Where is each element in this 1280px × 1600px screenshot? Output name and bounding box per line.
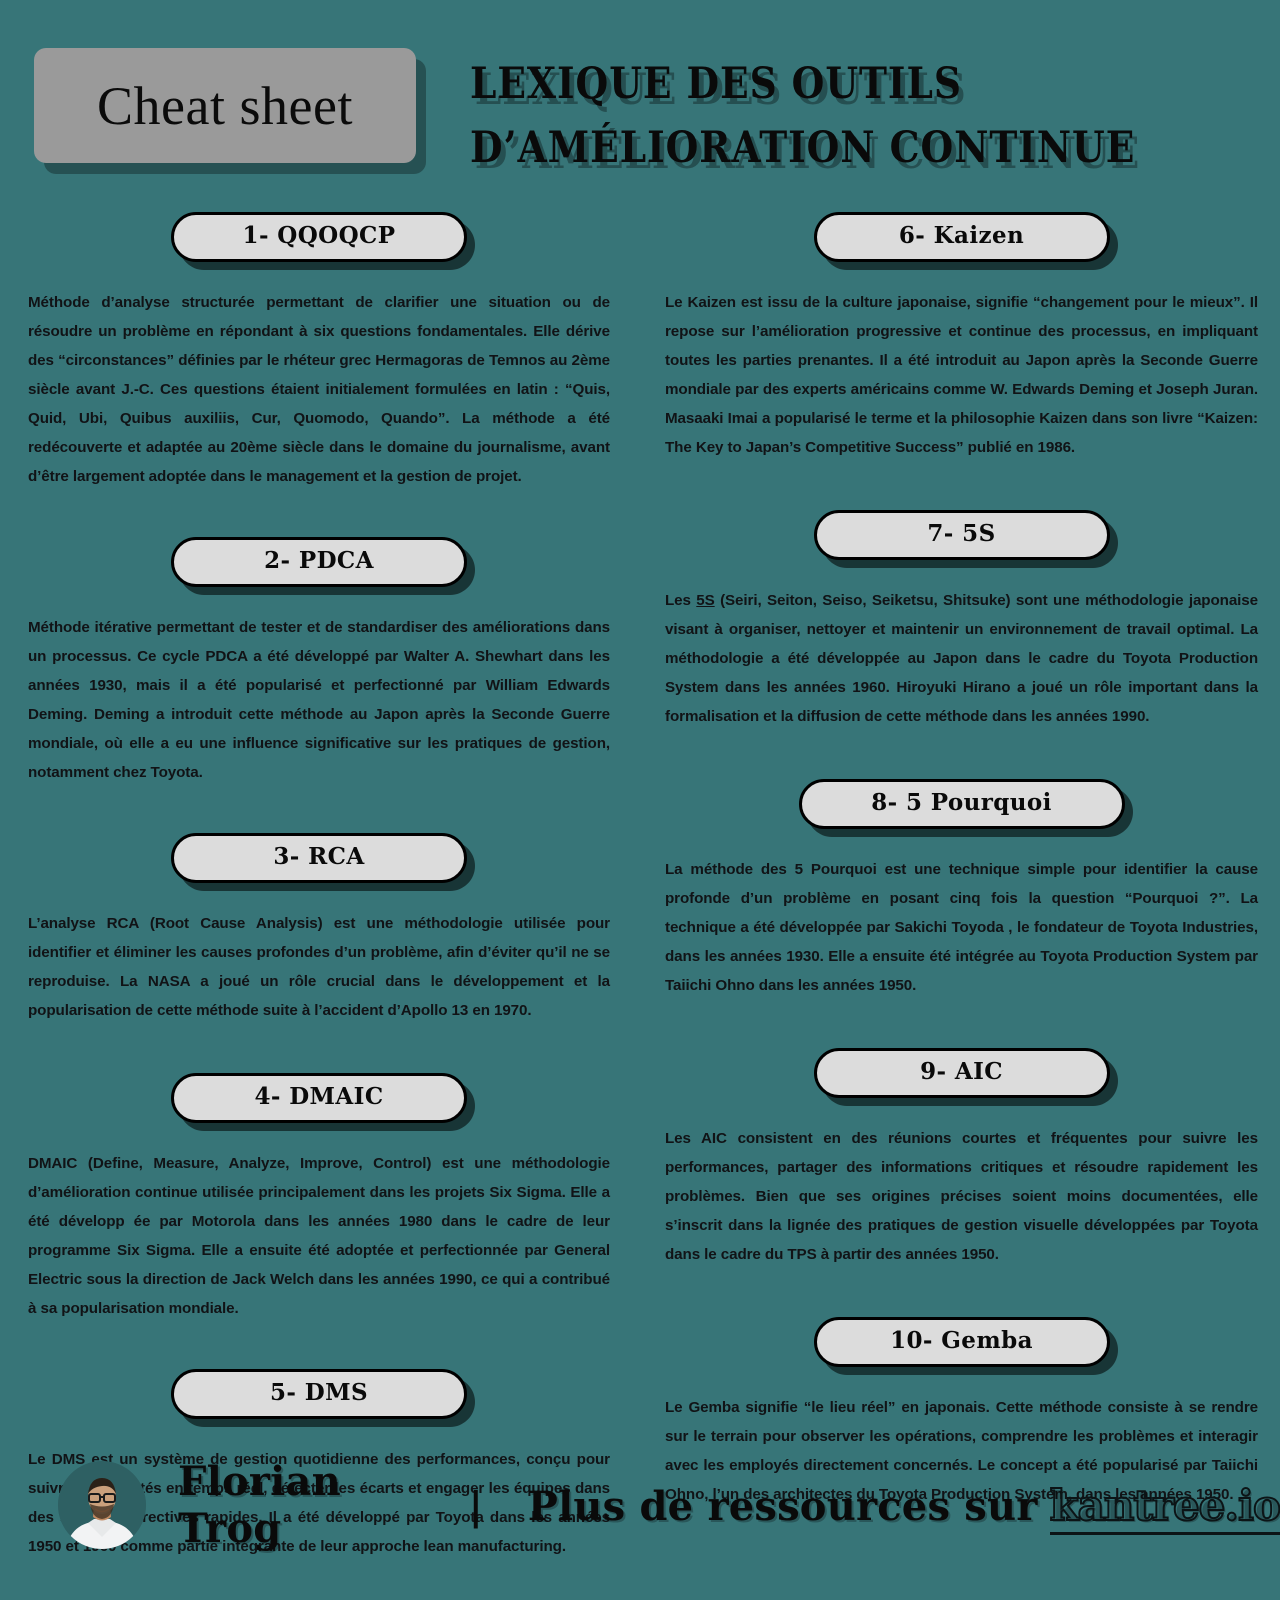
pill-label-qqoqcp: 1- QQOQCP xyxy=(242,222,396,249)
left-column: 1- QQOQCP Méthode d’analyse structurée p… xyxy=(0,212,640,1561)
section-aic: 9- AIC Les AIC consistent en des réunion… xyxy=(665,1048,1258,1269)
section-text-5s-underlined: 5S xyxy=(696,592,715,609)
section-header-gemba: 10- Gemba xyxy=(665,1317,1258,1367)
section-header-aic: 9- AIC xyxy=(665,1048,1258,1098)
section-text-rca: L’analyse RCA (Root Cause Analysis) est … xyxy=(28,915,610,1019)
section-header-5-pourquoi: 8- 5 Pourquoi xyxy=(665,779,1258,829)
pill-label-rca: 3- RCA xyxy=(273,843,365,870)
section-5-pourquoi: 8- 5 Pourquoi La méthode des 5 Pourquoi … xyxy=(665,779,1258,1000)
footer-promo-text: Plus de ressources sur xyxy=(527,1482,1038,1530)
author-name: Florian Trog xyxy=(178,1458,341,1552)
pill-label-kaizen: 6- Kaizen xyxy=(898,222,1025,249)
section-pdca: 2- PDCA Méthode itérative permettant de … xyxy=(28,537,610,787)
section-text-pdca: Méthode itérative permettant de tester e… xyxy=(28,619,610,781)
pill-gemba[interactable]: 10- Gemba xyxy=(813,1317,1110,1367)
page-title: Lexique des outils d’amélioration contin… xyxy=(470,52,1260,180)
section-header-pdca: 2- PDCA xyxy=(28,537,610,587)
pill-aic[interactable]: 9- AIC xyxy=(813,1048,1110,1098)
section-text-kaizen: Le Kaizen est issu de la culture japonai… xyxy=(665,294,1258,456)
section-header-kaizen: 6- Kaizen xyxy=(665,212,1258,262)
pill-dmaic[interactable]: 4- DMAIC xyxy=(171,1073,467,1123)
page-title-line-1: Lexique des outils xyxy=(470,59,962,109)
section-qqoqcp: 1- QQOQCP Méthode d’analyse structurée p… xyxy=(28,212,610,491)
pill-label-5-pourquoi: 8- 5 Pourquoi xyxy=(871,789,1052,816)
section-rca: 3- RCA L’analyse RCA (Root Cause Analysi… xyxy=(28,833,610,1025)
footer-separator: | xyxy=(468,1482,483,1528)
pill-5s[interactable]: 7- 5S xyxy=(813,510,1110,560)
section-header-dmaic: 4- DMAIC xyxy=(28,1073,610,1123)
pill-qqoqcp[interactable]: 1- QQOQCP xyxy=(171,212,467,262)
section-text-aic: Les AIC consistent en des réunions court… xyxy=(665,1130,1258,1263)
section-text-5s-pre: Les xyxy=(665,592,697,609)
section-kaizen: 6- Kaizen Le Kaizen est issu de la cultu… xyxy=(665,212,1258,462)
brand-link[interactable]: kantree.io xyxy=(1049,1480,1280,1535)
pill-label-dmaic: 4- DMAIC xyxy=(254,1083,384,1110)
section-header-5s: 7- 5S xyxy=(665,510,1258,560)
section-header-rca: 3- RCA xyxy=(28,833,610,883)
page-header: Cheat sheet Lexique des outils d’amélior… xyxy=(0,0,1280,200)
pill-rca[interactable]: 3- RCA xyxy=(171,833,467,883)
section-text-5-pourquoi: La méthode des 5 Pourquoi est une techni… xyxy=(665,861,1258,994)
cheat-sheet-badge-label: Cheat sheet xyxy=(97,75,353,136)
section-text-dmaic: DMAIC (Define, Measure, Analyze, Improve… xyxy=(28,1155,610,1317)
section-text-qqoqcp: Méthode d’analyse structurée permettant … xyxy=(28,294,610,485)
pill-5-pourquoi[interactable]: 8- 5 Pourquoi xyxy=(798,779,1125,829)
pill-label-5s: 7- 5S xyxy=(927,520,996,547)
page-title-line-2: d’amélioration continue xyxy=(470,123,1136,173)
pill-kaizen[interactable]: 6- Kaizen xyxy=(813,212,1110,262)
pill-label-aic: 9- AIC xyxy=(920,1058,1003,1085)
pill-label-gemba: 10- Gemba xyxy=(890,1327,1033,1354)
right-column: 6- Kaizen Le Kaizen est issu de la cultu… xyxy=(640,212,1280,1561)
content-columns: 1- QQOQCP Méthode d’analyse structurée p… xyxy=(0,212,1280,1561)
section-header-qqoqcp: 1- QQOQCP xyxy=(28,212,610,262)
section-text-5s-rest: (Seiri, Seiton, Seiso, Seiketsu, Shitsuk… xyxy=(665,592,1258,725)
pill-label-pdca: 2- PDCA xyxy=(264,547,374,574)
pill-label-dms: 5- DMS xyxy=(270,1379,368,1406)
avatar xyxy=(58,1461,146,1549)
section-text-5s: Les 5S (Seiri, Seiton, Seiso, Seiketsu, … xyxy=(665,586,1258,731)
pill-pdca[interactable]: 2- PDCA xyxy=(171,537,467,587)
section-5s: 7- 5S Les 5S (Seiri, Seiton, Seiso, Seik… xyxy=(665,510,1258,731)
section-dmaic: 4- DMAIC DMAIC (Define, Measure, Analyze… xyxy=(28,1073,610,1323)
page-footer: Florian Trog | Plus de ressources sur kan… xyxy=(0,1410,1280,1600)
footer-promo: Plus de ressources sur kantree.io xyxy=(527,1480,1280,1535)
cheat-sheet-badge: Cheat sheet xyxy=(34,48,416,163)
